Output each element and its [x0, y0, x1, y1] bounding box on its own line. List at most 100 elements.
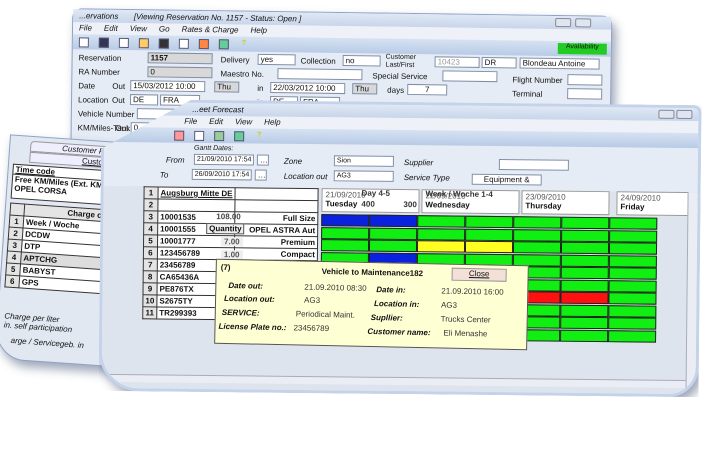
days-field[interactable]: 7 — [407, 83, 448, 96]
location-in-value: AG3 — [440, 300, 458, 310]
help-icon[interactable]: ? — [254, 131, 264, 141]
zone-select[interactable]: Sion — [334, 155, 394, 167]
gantt-cell[interactable] — [417, 228, 465, 241]
menu-go[interactable]: Go — [159, 24, 170, 34]
menu-file[interactable]: File — [79, 23, 92, 33]
location-out-country[interactable]: DE — [129, 94, 159, 106]
from-date-picker[interactable]: … — [257, 154, 269, 165]
supplier-label: Supplier — [403, 158, 434, 168]
binoculars-icon[interactable] — [158, 37, 169, 49]
reservation-label: Reservation — [78, 53, 122, 63]
gantt-cell[interactable] — [608, 317, 656, 330]
customer-title-select[interactable]: DR — [481, 56, 517, 69]
gantt-cell[interactable] — [465, 216, 513, 229]
gantt-cell[interactable] — [369, 215, 417, 228]
row-number: 3 — [7, 238, 23, 252]
gantt-cell[interactable] — [513, 229, 561, 242]
gantt-cell[interactable] — [560, 304, 608, 317]
gantt-cell[interactable] — [561, 229, 609, 242]
menu-help[interactable]: Help — [264, 118, 281, 128]
gantt-cell[interactable] — [561, 242, 609, 255]
refresh-icon[interactable] — [178, 38, 189, 49]
flight-number-field[interactable] — [567, 74, 603, 86]
gantt-cell[interactable] — [561, 254, 609, 267]
export-icon[interactable] — [218, 38, 229, 49]
row-number: 7 — [143, 259, 157, 271]
location-out-select[interactable]: AG3 — [334, 170, 394, 182]
menu-file[interactable]: File — [184, 117, 197, 127]
gantt-cell[interactable] — [465, 241, 513, 254]
gantt-cell[interactable] — [513, 216, 561, 229]
license-plate-label: License Plate no.: — [218, 321, 287, 333]
gantt-cell[interactable] — [608, 330, 656, 343]
gantt-cell[interactable] — [369, 227, 417, 240]
row-number: 6 — [143, 247, 157, 259]
close-button[interactable]: Close — [451, 267, 507, 282]
gantt-cell[interactable] — [321, 239, 369, 252]
gantt-cell[interactable] — [465, 228, 513, 241]
day-header: 23/09/2010 Thursday — [521, 190, 609, 215]
menu-edit[interactable]: Edit — [209, 117, 223, 127]
vehicle-plate — [158, 199, 235, 212]
gantt-cell[interactable] — [561, 279, 609, 292]
horizontal-scrollbar[interactable] — [102, 374, 686, 388]
gantt-cell[interactable] — [609, 242, 657, 255]
menu-view[interactable]: View — [235, 117, 252, 127]
delivery-select[interactable]: yes — [257, 53, 296, 66]
gantt-cell[interactable] — [369, 240, 417, 253]
new-icon[interactable] — [78, 36, 89, 47]
to-date-field[interactable]: 26/09/2010 17:54 — [192, 169, 252, 181]
date-out-field[interactable]: 15/03/2012 10:00 — [130, 80, 206, 93]
gantt-cell[interactable] — [609, 255, 657, 268]
minimize-button[interactable] — [658, 110, 674, 119]
collection-select[interactable]: no — [342, 55, 381, 67]
vehicle-plate: Augsburg Mitte DE — [158, 187, 235, 200]
gantt-cell[interactable] — [417, 240, 465, 253]
gantt-cell[interactable] — [609, 280, 657, 293]
maximize-button[interactable] — [575, 18, 592, 28]
customer-id-field[interactable]: 10423 — [434, 56, 480, 68]
help-icon[interactable]: ? — [239, 39, 249, 49]
print-icon[interactable] — [118, 37, 129, 48]
vertical-scrollbar[interactable] — [686, 192, 698, 392]
to-date-picker[interactable]: … — [255, 169, 267, 180]
availability-button[interactable]: Availability — [557, 43, 607, 55]
maestro-field[interactable] — [277, 68, 363, 81]
special-service-select[interactable] — [442, 70, 498, 83]
from-date-field[interactable]: 21/09/2010 17:54 — [194, 154, 254, 166]
row-number: 2 — [8, 227, 24, 240]
maximize-button[interactable] — [676, 110, 692, 119]
menu-help[interactable]: Help — [250, 26, 267, 36]
customer-name-field[interactable]: Blondeau Antoine — [519, 57, 600, 70]
menu-view[interactable]: View — [130, 24, 147, 34]
date-in-field[interactable]: 22/03/2012 10:00 — [270, 82, 346, 95]
menu-rates-charge[interactable]: Rates & Charge — [182, 25, 239, 36]
supplier-select[interactable] — [499, 159, 569, 171]
gantt-cell[interactable] — [609, 217, 657, 230]
lifebuoy-icon[interactable] — [198, 38, 209, 49]
calculator-icon[interactable] — [214, 131, 224, 141]
gantt-cell[interactable] — [561, 267, 609, 280]
gantt-cell[interactable] — [513, 241, 561, 254]
save-icon[interactable] — [98, 37, 109, 48]
menu-edit[interactable]: Edit — [104, 24, 118, 34]
gantt-cell[interactable] — [560, 317, 608, 330]
gantt-cell[interactable] — [561, 217, 609, 230]
user-icon[interactable] — [174, 130, 184, 140]
terminal-select[interactable] — [567, 88, 603, 100]
gantt-cell[interactable] — [321, 214, 369, 227]
export-icon[interactable] — [234, 131, 244, 141]
service-label: SERVICE: — [221, 307, 260, 318]
gantt-cell[interactable] — [321, 227, 369, 240]
gantt-cell[interactable] — [560, 329, 608, 342]
gantt-cell[interactable] — [609, 230, 657, 243]
gantt-cell[interactable] — [608, 305, 656, 318]
check-icon[interactable] — [194, 130, 204, 140]
service-type-select[interactable]: Equipment & — [472, 174, 542, 186]
gantt-cell[interactable] — [417, 215, 465, 228]
gantt-cell[interactable] — [560, 292, 608, 305]
minimize-button[interactable] — [555, 17, 572, 28]
open-folder-icon[interactable] — [138, 37, 149, 48]
gantt-cell[interactable] — [608, 292, 656, 305]
gantt-cell[interactable] — [609, 267, 657, 280]
